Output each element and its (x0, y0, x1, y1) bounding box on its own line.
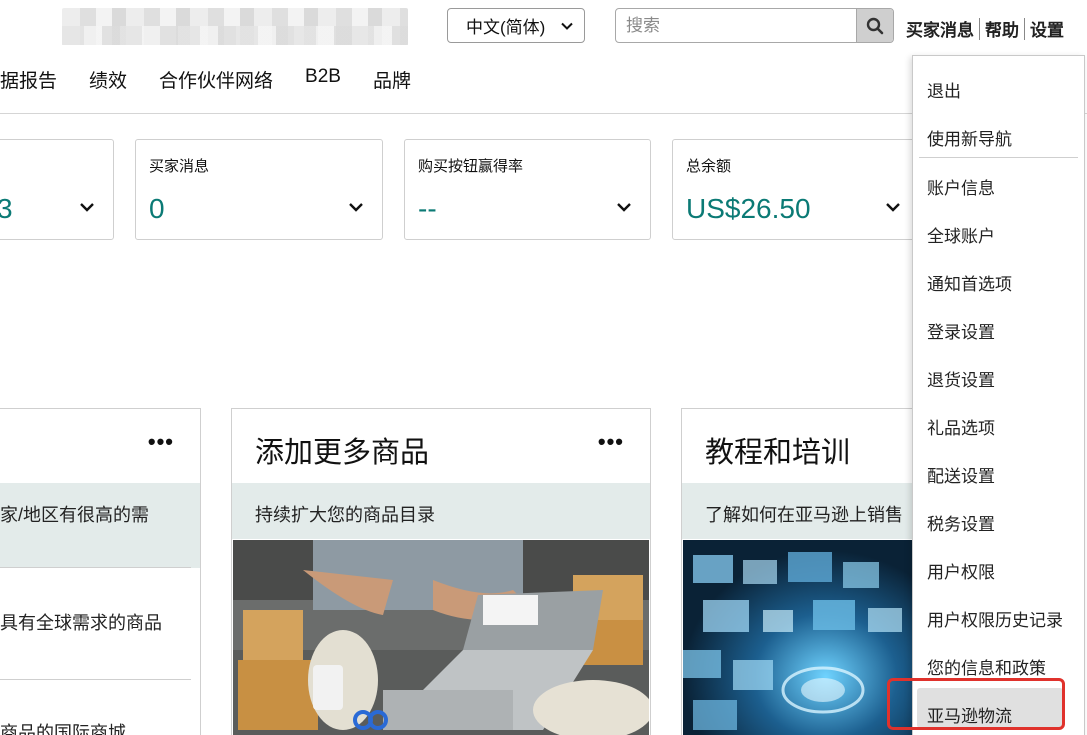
menu-item-login-settings[interactable]: 登录设置 (927, 318, 995, 343)
account-name-blurred (62, 8, 408, 45)
menu-item-sign-out[interactable]: 退出 (927, 77, 961, 102)
panel-subtitle[interactable]: 持续扩大您的商品目录 (255, 501, 435, 527)
search-box (615, 8, 894, 43)
separator (1024, 17, 1025, 40)
metric-value: -- (418, 193, 437, 224)
menu-divider (919, 157, 1078, 158)
divider (0, 567, 191, 568)
settings-dropdown-menu: 退出 使用新导航 账户信息 全球账户 通知首选项 登录设置 退货设置 礼品选项 … (912, 55, 1085, 735)
panel-title: 教程和培训 (705, 437, 851, 469)
chevron-down-icon (886, 203, 900, 212)
menu-item-account-info[interactable]: 账户信息 (927, 174, 995, 199)
panel-tutorials: 教程和培训 了解如何在亚马逊上销售 (681, 408, 921, 735)
metric-card-balance[interactable]: 总余额 US$26.50 (672, 139, 920, 240)
metric-value: 0 (149, 193, 165, 224)
chevron-down-icon (617, 203, 631, 212)
panel-image-screens (683, 540, 919, 735)
metric-card-orders[interactable]: 3 (0, 139, 114, 240)
panel-subtitle: 家/地区有很高的需 (0, 505, 150, 525)
nav-item-b2b[interactable]: B2B (305, 66, 341, 93)
search-icon (866, 17, 884, 34)
menu-item-shipping-settings[interactable]: 配送设置 (927, 462, 995, 487)
more-options-icon[interactable]: ••• (598, 431, 624, 453)
chevron-down-icon (561, 22, 573, 30)
metric-value: US$26.50 (686, 193, 811, 224)
divider (0, 679, 191, 680)
search-input[interactable] (616, 9, 858, 42)
chevron-down-icon (349, 203, 363, 212)
list-item[interactable]: 商品的国际商城 (0, 719, 200, 735)
nav-item-performance[interactable]: 绩效 (89, 66, 127, 93)
digital-screens-image (683, 540, 919, 735)
nav-item-partner-network[interactable]: 合作伙伴网络 (159, 66, 273, 93)
more-options-icon[interactable]: ••• (148, 431, 174, 453)
metric-label: 总余额 (686, 158, 732, 175)
menu-item-gift-options[interactable]: 礼品选项 (927, 414, 995, 439)
language-select[interactable]: 中文(简体) (447, 8, 585, 43)
laptop-scene-image (233, 540, 649, 735)
menu-item-notification-preferences[interactable]: 通知首选项 (927, 270, 1012, 295)
main-nav: 据报告 绩效 合作伙伴网络 B2B 品牌 (0, 66, 443, 93)
menu-item-new-navigation[interactable]: 使用新导航 (927, 125, 1012, 150)
metric-label: 购买按钮赢得率 (418, 158, 524, 175)
nav-item-brands[interactable]: 品牌 (373, 66, 411, 93)
chevron-down-icon (80, 203, 94, 212)
metric-label: 买家消息 (149, 158, 210, 175)
help-link[interactable]: 帮助 (985, 16, 1019, 41)
list-item[interactable]: 具有全球需求的商品 (0, 609, 200, 635)
menu-item-global-accounts[interactable]: 全球账户 (927, 222, 995, 247)
metric-card-buybox[interactable]: 购买按钮赢得率 -- (404, 139, 651, 240)
menu-item-return-settings[interactable]: 退货设置 (927, 366, 995, 391)
panel-global-selling: ••• 家/地区有很高的需 具有全球需求的商品 商品的国际商城 (0, 408, 201, 735)
metric-card-buyer-messages[interactable]: 买家消息 0 (135, 139, 383, 240)
separator (979, 17, 980, 40)
menu-item-user-permissions-history[interactable]: 用户权限历史记录 (927, 606, 1063, 631)
panel-add-products: 添加更多商品 ••• 持续扩大您的商品目录 (231, 408, 651, 735)
menu-item-user-permissions[interactable]: 用户权限 (927, 558, 995, 583)
language-select-value: 中文(简体) (466, 18, 546, 37)
annotation-highlight-box (887, 678, 1065, 730)
buyer-messages-link[interactable]: 买家消息 (906, 16, 974, 41)
menu-item-tax-settings[interactable]: 税务设置 (927, 510, 995, 535)
panel-subtitle[interactable]: 了解如何在亚马逊上销售 (705, 501, 903, 527)
settings-link[interactable]: 设置 (1030, 16, 1064, 41)
search-button[interactable] (856, 9, 893, 42)
header-links: 买家消息 帮助 设置 (906, 16, 1064, 41)
nav-item-reports[interactable]: 据报告 (0, 66, 57, 93)
metric-value: 3 (0, 193, 13, 224)
menu-item-info-and-policies[interactable]: 您的信息和政策 (927, 654, 1046, 679)
panel-title: 添加更多商品 (255, 437, 430, 469)
panel-image-laptop (233, 540, 649, 735)
